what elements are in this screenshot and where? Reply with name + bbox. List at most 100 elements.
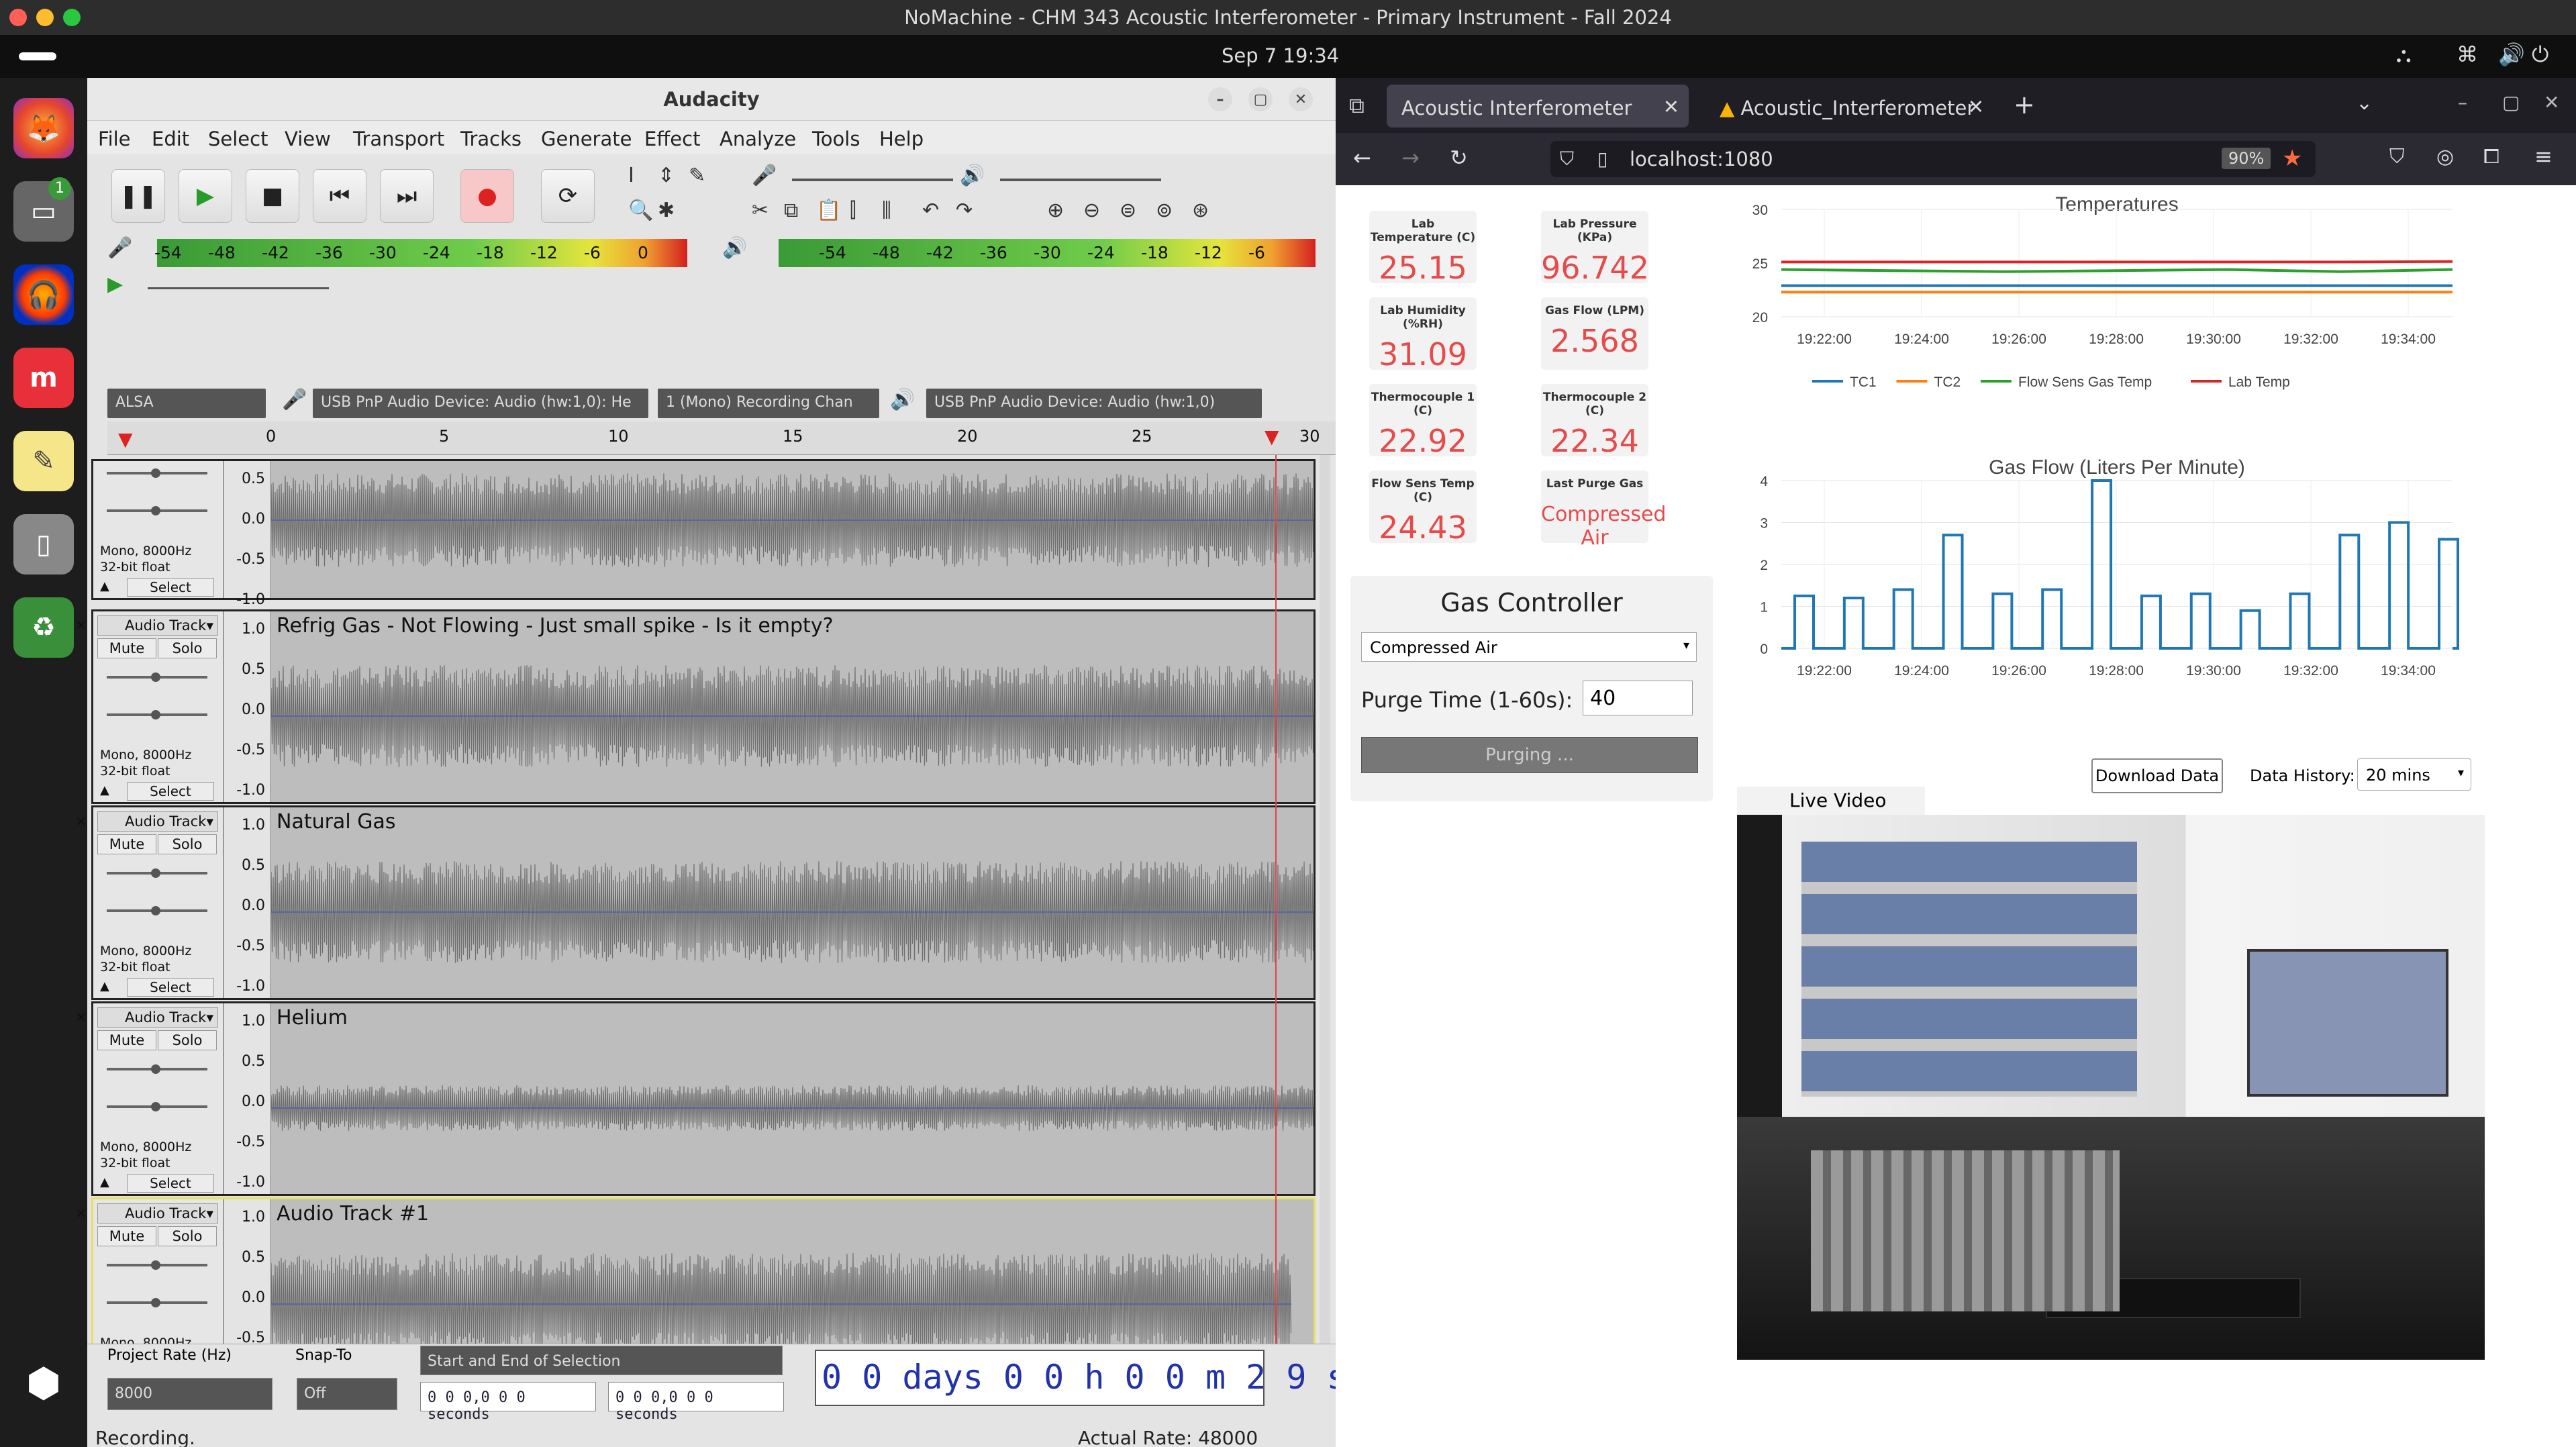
audio-host-select[interactable]: ALSA	[107, 389, 266, 418]
time-display[interactable]: 0 0 days 0 0 h 0 0 m 2 9 s	[815, 1350, 1347, 1406]
selection-tool-icon[interactable]: I	[628, 164, 634, 187]
collapse-track-icon[interactable]: ▲	[100, 579, 109, 593]
power-icon[interactable]: ⏻	[2532, 42, 2548, 68]
download-data-button[interactable]: Download Data	[2091, 758, 2223, 793]
purge-time-input[interactable]: 40	[1583, 681, 1693, 715]
pan-slider-knob[interactable]	[151, 1298, 160, 1307]
trash-icon[interactable]: ♻	[13, 597, 74, 658]
record-button[interactable]: ●	[460, 169, 514, 223]
text-editor-icon[interactable]: ✎	[13, 431, 74, 491]
gain-slider-knob[interactable]	[151, 1260, 160, 1270]
menu-analyze[interactable]: Analyze	[720, 128, 796, 150]
audio-track[interactable]: ✕ Audio Track▾ MuteSolo Mono, 8000Hz 32-bit…	[75, 1001, 1316, 1196]
maximize-button[interactable]: ▢	[2502, 91, 2520, 113]
close-tab-icon[interactable]: ✕	[1968, 95, 1984, 118]
mute-button[interactable]: Mute	[97, 834, 156, 854]
menu-tracks[interactable]: Tracks	[460, 128, 522, 150]
zoom-tool-icon[interactable]: 🔍	[628, 199, 653, 222]
pan-slider-knob[interactable]	[151, 506, 160, 515]
collapse-track-icon[interactable]: ▲	[100, 1175, 109, 1189]
pan-slider-knob[interactable]	[151, 906, 160, 915]
menu-icon[interactable]: ≡	[2534, 144, 2553, 169]
cut-icon[interactable]: ✂	[752, 199, 769, 222]
menu-file[interactable]: File	[98, 128, 131, 150]
minimize-window-button[interactable]	[36, 9, 54, 26]
playback-volume-slider[interactable]	[1000, 179, 1161, 181]
zoom-in-icon[interactable]: ⊕	[1047, 199, 1064, 222]
menu-transport[interactable]: Transport	[353, 128, 444, 150]
network-wired-icon[interactable]: ⌘	[2457, 42, 2478, 67]
fit-selection-icon[interactable]: ⊜	[1120, 199, 1136, 222]
play-at-speed-icon[interactable]: ▶	[107, 272, 123, 296]
playhead-marker-icon[interactable]: ▼	[118, 428, 133, 450]
collapse-track-icon[interactable]: ▲	[100, 783, 109, 797]
maximize-button[interactable]: ▢	[1248, 87, 1273, 111]
multi-tool-icon[interactable]: ✱	[658, 199, 675, 222]
audio-track[interactable]: ✕ Audio Track▾ MuteSolo Mono, 8000Hz 32-bit…	[75, 805, 1316, 1000]
url-text[interactable]: localhost:1080	[1630, 148, 1773, 170]
playback-device-select[interactable]: USB PnP Audio Device: Audio (hw:1,0)	[926, 389, 1262, 418]
close-track-icon[interactable]: ✕	[75, 812, 87, 831]
close-button[interactable]: ✕	[1289, 87, 1313, 111]
waveform-area[interactable]: Natural Gas	[271, 807, 1314, 998]
selection-start-field[interactable]: 0 0 0,0 0 0 seconds	[420, 1382, 596, 1423]
clip-name[interactable]: Audio Track #1	[277, 1202, 429, 1226]
trim-icon[interactable]: ⫿	[850, 199, 856, 222]
close-window-button[interactable]	[9, 9, 27, 26]
solo-button[interactable]: Solo	[158, 1030, 217, 1050]
play-button[interactable]: ▶	[179, 169, 232, 223]
menu-select[interactable]: Select	[208, 128, 268, 150]
track-menu[interactable]: ✕ Audio Track ▾	[75, 1203, 218, 1224]
minimize-button[interactable]: –	[1208, 87, 1232, 111]
nomachine-icon[interactable]: m	[13, 348, 74, 408]
zoom-indicator[interactable]: 90%	[2222, 148, 2271, 169]
volume-icon[interactable]: 🔊	[2498, 42, 2525, 67]
amplitude-scale[interactable]: 1.0 0.5 0.0 -0.5 -1.0	[224, 611, 271, 802]
close-track-icon[interactable]: ✕	[75, 616, 87, 635]
amplitude-scale[interactable]: 1.0 0.5 0.0 -0.5 -1.0	[224, 807, 271, 998]
menu-help[interactable]: Help	[879, 128, 924, 150]
waveform-area[interactable]	[271, 461, 1314, 598]
zoom-toggle-icon[interactable]: ⊛	[1192, 199, 1209, 222]
storage-icon[interactable]: ▯	[13, 514, 74, 575]
audio-track[interactable]: ✕ Audio Track▾ MuteSolo Mono, 8000Hz 32-bit…	[75, 609, 1316, 804]
clock[interactable]: Sep 7 19:34	[1222, 44, 1339, 67]
shield-icon[interactable]: ⛉	[1560, 148, 1574, 170]
menu-effect[interactable]: Effect	[644, 128, 700, 150]
skip-start-button[interactable]: ⏮	[313, 169, 366, 223]
envelope-tool-icon[interactable]: ⇕	[658, 164, 675, 187]
tab-list-icon[interactable]: ⌄	[2356, 91, 2373, 115]
tab-overview-icon[interactable]: ⧉	[1349, 93, 1365, 119]
play-speed-slider[interactable]	[148, 287, 329, 289]
gain-slider-knob[interactable]	[151, 868, 160, 878]
menu-edit[interactable]: Edit	[152, 128, 189, 150]
gain-slider-knob[interactable]	[151, 1064, 160, 1074]
solo-button[interactable]: Solo	[158, 638, 217, 658]
pocket-icon[interactable]: ⛉	[2389, 145, 2405, 168]
solo-button[interactable]: Solo	[158, 834, 217, 854]
zoom-out-icon[interactable]: ⊖	[1083, 199, 1100, 222]
draw-tool-icon[interactable]: ✎	[689, 164, 705, 187]
selection-mode-select[interactable]: Start and End of Selection	[420, 1346, 783, 1375]
purge-button[interactable]: Purging ...	[1361, 737, 1698, 773]
back-icon[interactable]: ←	[1353, 145, 1371, 170]
waveform-area[interactable]: Helium	[271, 1003, 1314, 1194]
selection-end-field[interactable]: 0 0 0,0 0 0 seconds	[608, 1382, 784, 1423]
record-volume-slider[interactable]	[792, 179, 953, 181]
forward-icon[interactable]: →	[1401, 145, 1420, 170]
track-menu[interactable]: ✕ Audio Track ▾	[75, 1007, 218, 1028]
amplitude-scale[interactable]: 0.5 0.0 -0.5 -1.0	[224, 461, 271, 608]
close-button[interactable]: ✕	[2544, 91, 2559, 113]
audio-track[interactable]: Mono, 8000Hz 32-bit float Select ▲ 0.5 0.0 -0…	[91, 459, 1316, 608]
mute-button[interactable]: Mute	[97, 638, 156, 658]
recording-device-select[interactable]: USB PnP Audio Device: Audio (hw:1,0): He	[313, 389, 648, 418]
copy-icon[interactable]: ⧉	[784, 199, 798, 222]
snap-to-select[interactable]: Off	[297, 1378, 397, 1410]
clip-name[interactable]: Helium	[277, 1006, 348, 1030]
close-track-icon[interactable]: ✕	[75, 1204, 87, 1223]
pause-button[interactable]: ❚❚	[111, 169, 165, 223]
menu-tools[interactable]: Tools	[812, 128, 860, 150]
activities-button[interactable]	[19, 52, 56, 60]
tab-acoustic-interferometer-drive[interactable]: ▲ Acoustic_Interferometer ✕	[1705, 85, 1993, 128]
account-icon[interactable]: ◎	[2436, 145, 2454, 168]
